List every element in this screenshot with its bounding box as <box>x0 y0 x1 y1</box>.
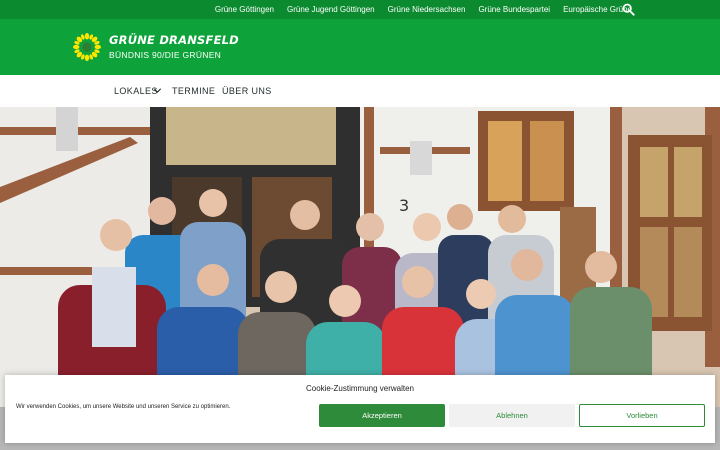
partner-links: Grüne Göttingen Grüne Jugend Göttingen G… <box>202 0 632 19</box>
link-gruene-niedersachsen[interactable]: Grüne Niedersachsen <box>388 5 466 14</box>
link-gruene-bundespartei[interactable]: Grüne Bundespartei <box>478 5 550 14</box>
accept-cookies-button[interactable]: Akzeptieren <box>319 404 445 427</box>
sunflower-icon[interactable] <box>73 33 101 61</box>
site-title[interactable]: GRÜNE DRANSFELD <box>109 33 239 47</box>
top-links-bar: Grüne Göttingen Grüne Jugend Göttingen G… <box>0 0 720 19</box>
site-header: GRÜNE DRANSFELD BÜNDNIS 90/DIE GRÜNEN <box>0 19 720 75</box>
link-gruene-goettingen[interactable]: Grüne Göttingen <box>215 5 274 14</box>
cookie-preferences-button[interactable]: Vorlieben <box>579 404 705 427</box>
main-navigation: LOKALES TERMINE ÜBER UNS <box>0 75 720 107</box>
search-icon[interactable] <box>622 3 635 16</box>
nav-item-ueber-uns[interactable]: ÜBER UNS <box>222 86 272 96</box>
cookie-banner-text: Wir verwenden Cookies, um unsere Website… <box>16 404 231 410</box>
chevron-down-icon[interactable] <box>153 86 162 95</box>
link-gruene-jugend-goettingen[interactable]: Grüne Jugend Göttingen <box>287 5 375 14</box>
deny-cookies-button[interactable]: Ablehnen <box>449 404 575 427</box>
nav-item-lokales[interactable]: LOKALES <box>114 86 158 96</box>
nav-item-termine[interactable]: TERMINE <box>172 86 215 96</box>
cookie-banner-title: Cookie-Zustimmung verwalten <box>305 384 415 393</box>
cookie-consent-banner: Cookie-Zustimmung verwalten Wir verwende… <box>5 375 715 443</box>
site-subtitle: BÜNDNIS 90/DIE GRÜNEN <box>109 50 222 60</box>
house-number: 3 <box>399 196 409 215</box>
